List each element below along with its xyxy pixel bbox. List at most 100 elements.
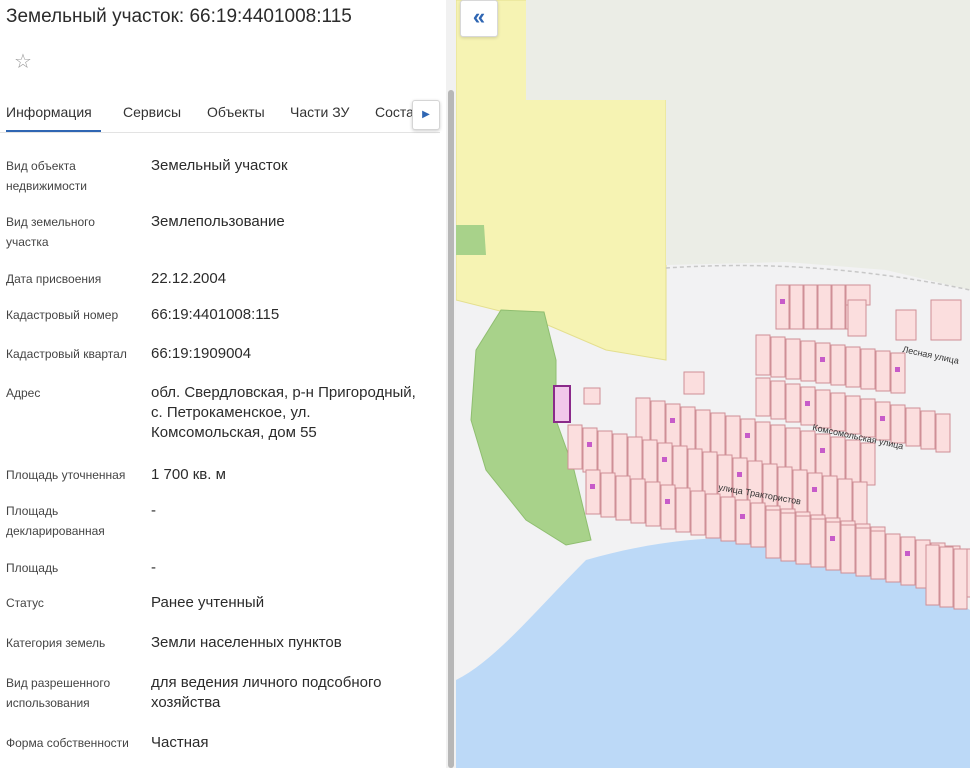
land-parcel[interactable] <box>765 509 781 559</box>
land-parcel[interactable] <box>847 299 867 337</box>
land-parcel[interactable] <box>770 424 786 468</box>
land-parcel[interactable] <box>683 371 705 395</box>
land-parcel[interactable] <box>650 400 666 444</box>
land-parcel[interactable] <box>785 338 801 380</box>
land-parcel[interactable] <box>672 445 688 491</box>
land-parcel[interactable] <box>612 433 628 479</box>
map-canvas[interactable]: Лесная улица Комсомольская улица улица Т… <box>456 0 970 768</box>
land-parcel[interactable] <box>775 284 790 330</box>
land-parcel[interactable] <box>705 493 721 539</box>
tab-objects[interactable]: Объекты <box>207 96 265 130</box>
land-parcel[interactable] <box>635 397 651 441</box>
property-label: Кадастровый квартал <box>6 347 127 361</box>
land-parcel[interactable] <box>840 524 856 574</box>
land-parcel[interactable] <box>935 413 951 453</box>
land-parcel[interactable] <box>825 521 841 571</box>
tabs-scroll-right-icon[interactable]: ▶ <box>412 100 440 130</box>
land-parcel[interactable] <box>597 430 613 476</box>
tab-information[interactable]: Информация <box>6 96 101 132</box>
land-parcel[interactable] <box>630 478 646 524</box>
land-parcel[interactable] <box>710 412 726 456</box>
tab-parts[interactable]: Части ЗУ <box>290 96 349 130</box>
land-parcel[interactable] <box>845 395 861 435</box>
land-parcel[interactable] <box>600 472 616 518</box>
land-parcel[interactable] <box>780 512 796 562</box>
land-parcel[interactable] <box>939 546 954 608</box>
land-parcel[interactable] <box>695 409 711 453</box>
land-parcel[interactable] <box>770 380 786 420</box>
land-parcel[interactable] <box>830 344 846 386</box>
favorite-star-icon[interactable]: ☆ <box>14 51 32 73</box>
land-parcel[interactable] <box>803 284 818 330</box>
land-parcel[interactable] <box>680 406 696 450</box>
land-parcel[interactable] <box>642 439 658 485</box>
land-parcel[interactable] <box>690 490 706 536</box>
land-parcel[interactable] <box>831 284 846 330</box>
land-parcel[interactable] <box>920 410 936 450</box>
land-parcel[interactable] <box>645 481 661 527</box>
land-parcel[interactable] <box>615 475 631 521</box>
land-parcel[interactable] <box>807 472 823 518</box>
tab-services[interactable]: Сервисы <box>123 96 181 130</box>
land-parcel[interactable] <box>800 340 816 382</box>
land-parcel[interactable] <box>687 448 703 494</box>
land-parcel[interactable] <box>702 451 718 497</box>
land-parcel[interactable] <box>855 527 871 577</box>
land-parcel[interactable] <box>860 348 876 390</box>
land-parcel[interactable] <box>795 515 811 565</box>
land-parcel[interactable] <box>789 284 804 330</box>
land-parcel[interactable] <box>845 346 861 388</box>
land-parcel[interactable] <box>665 403 681 447</box>
land-parcel[interactable] <box>627 436 643 482</box>
land-parcel[interactable] <box>895 309 917 341</box>
land-parcel[interactable] <box>817 284 832 330</box>
land-parcel[interactable] <box>750 502 766 548</box>
land-parcel[interactable] <box>890 352 906 394</box>
land-parcel[interactable] <box>860 442 876 486</box>
land-parcel[interactable] <box>860 398 876 438</box>
land-parcel[interactable] <box>585 469 601 515</box>
land-parcel[interactable] <box>822 475 838 521</box>
land-parcel[interactable] <box>675 487 691 533</box>
land-parcel[interactable] <box>837 478 853 524</box>
cadastral-map[interactable]: Лесная улица Комсомольская улица улица Т… <box>456 0 970 768</box>
land-parcel[interactable] <box>870 530 886 580</box>
land-parcel[interactable] <box>845 439 861 483</box>
land-parcel[interactable] <box>583 387 601 405</box>
land-parcel[interactable] <box>852 481 868 527</box>
land-parcel[interactable] <box>810 518 826 568</box>
property-value: - <box>151 502 156 519</box>
panel-scrollbar-thumb[interactable] <box>448 90 454 768</box>
land-parcel[interactable] <box>582 427 598 473</box>
land-parcel[interactable] <box>770 336 786 378</box>
land-parcel[interactable] <box>890 404 906 444</box>
land-parcel[interactable] <box>735 499 751 545</box>
land-parcel[interactable] <box>785 427 801 471</box>
land-parcel[interactable] <box>567 424 583 470</box>
land-parcel[interactable] <box>885 533 901 583</box>
land-parcel[interactable] <box>800 430 816 474</box>
collapse-panel-icon[interactable]: « <box>460 0 498 37</box>
land-parcel[interactable] <box>792 469 808 515</box>
tab-composition[interactable]: Соста <box>375 96 414 130</box>
land-parcel[interactable] <box>755 334 771 376</box>
land-parcel[interactable] <box>953 548 968 610</box>
land-parcel[interactable] <box>905 407 921 447</box>
land-parcel[interactable] <box>815 342 831 384</box>
land-parcel[interactable] <box>900 536 916 586</box>
land-parcel[interactable] <box>875 350 891 392</box>
land-parcel[interactable] <box>725 415 741 459</box>
land-parcel[interactable] <box>925 544 940 606</box>
land-parcel[interactable] <box>755 377 771 417</box>
land-parcel[interactable] <box>657 442 673 488</box>
land-parcel[interactable] <box>755 421 771 465</box>
land-parcel[interactable] <box>815 433 831 477</box>
land-parcel[interactable] <box>930 299 962 341</box>
property-label: Площадь декларированная <box>6 504 105 538</box>
land-parcel[interactable] <box>740 418 756 462</box>
selected-parcel[interactable] <box>553 385 571 423</box>
land-parcel[interactable] <box>660 484 676 530</box>
land-parcel[interactable] <box>830 436 846 480</box>
land-parcel[interactable] <box>720 496 736 542</box>
land-parcel[interactable] <box>785 383 801 423</box>
